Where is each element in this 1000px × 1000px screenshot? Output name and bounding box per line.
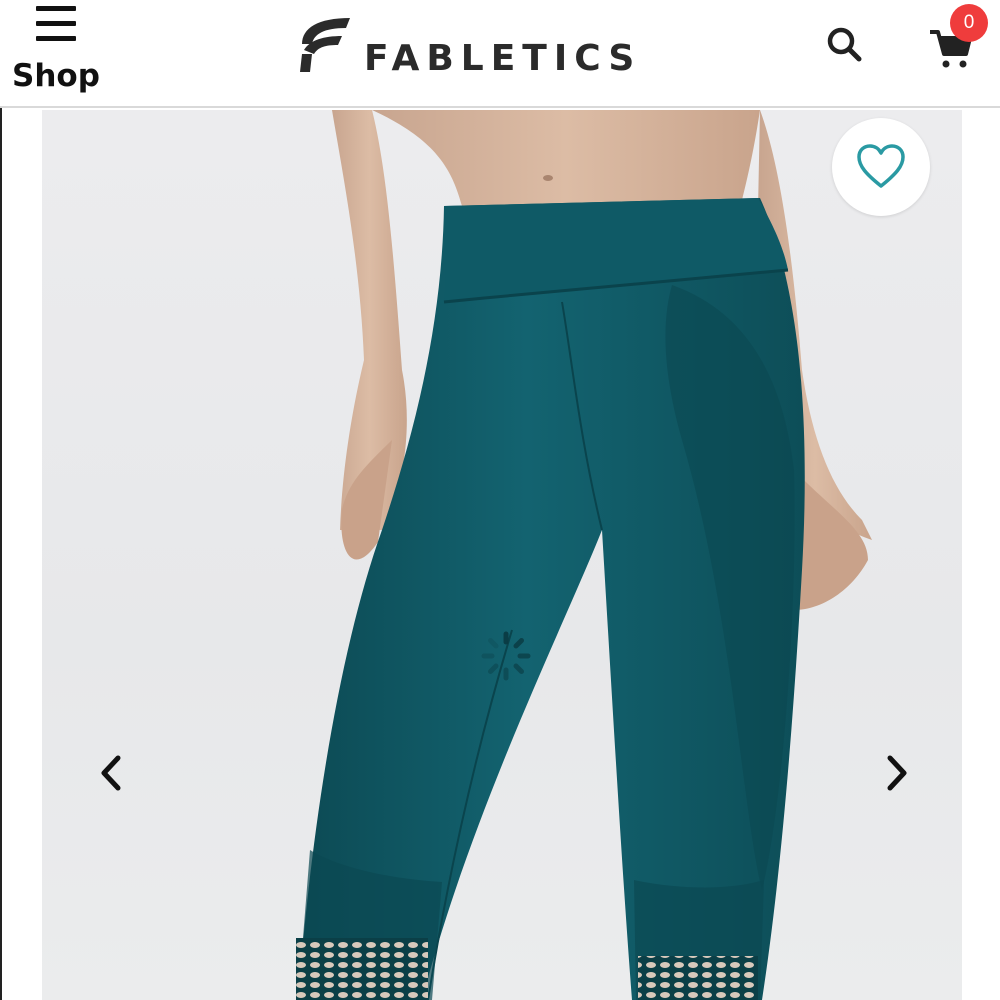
shop-menu-button[interactable]: Shop — [8, 2, 100, 98]
chevron-left-icon — [101, 755, 121, 791]
previous-image-button[interactable] — [86, 748, 136, 798]
brand-logo[interactable]: FABLETICS — [296, 14, 676, 79]
hamburger-icon-bar — [36, 6, 76, 11]
favorite-button[interactable] — [832, 118, 930, 216]
brand-name: FABLETICS — [364, 38, 642, 79]
spinner-icon — [481, 631, 531, 681]
search-icon — [827, 27, 862, 62]
search-button[interactable] — [820, 20, 870, 70]
next-image-button[interactable] — [872, 748, 922, 798]
cart-button[interactable]: 0 — [926, 4, 990, 70]
site-header: Shop FABLETICS 0 — [0, 0, 1000, 108]
fabletics-logo-icon — [300, 18, 350, 72]
hamburger-icon-bar — [36, 21, 76, 26]
chevron-right-icon — [887, 755, 907, 791]
product-image — [296, 110, 872, 1000]
cart-count-badge: 0 — [950, 4, 988, 42]
shop-menu-label: Shop — [12, 58, 100, 94]
heart-icon — [857, 144, 905, 188]
page-left-border — [0, 0, 2, 1000]
hamburger-icon-bar — [36, 36, 76, 41]
product-image-gallery[interactable] — [42, 110, 962, 1000]
